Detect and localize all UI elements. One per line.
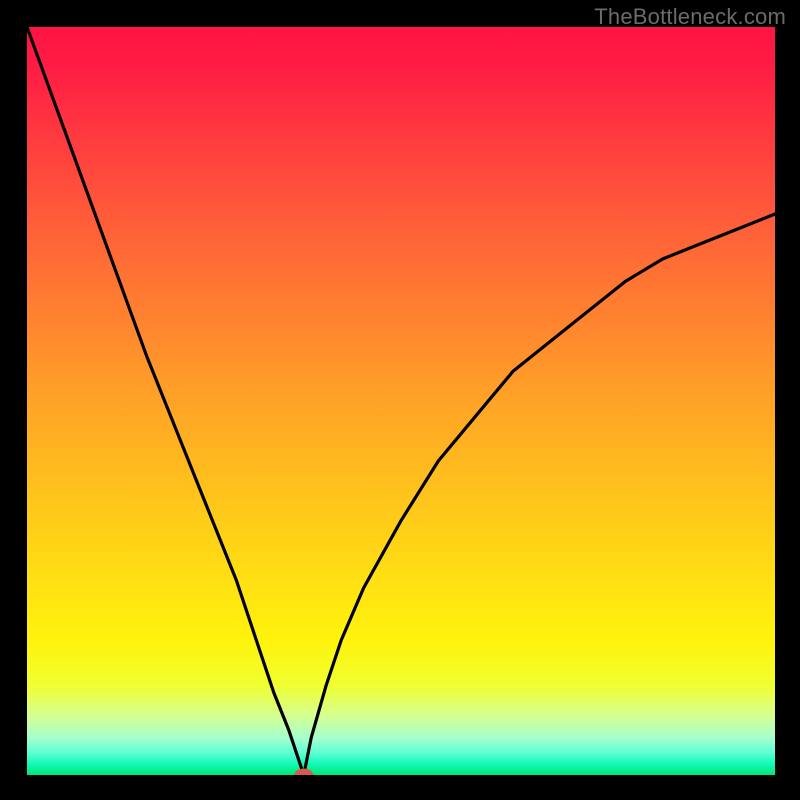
cusp-marker [295,769,313,775]
curve-svg [27,27,775,775]
bottleneck-curve [27,27,775,775]
chart-frame: TheBottleneck.com [0,0,800,800]
plot-area [27,27,775,775]
watermark-text: TheBottleneck.com [594,4,786,30]
